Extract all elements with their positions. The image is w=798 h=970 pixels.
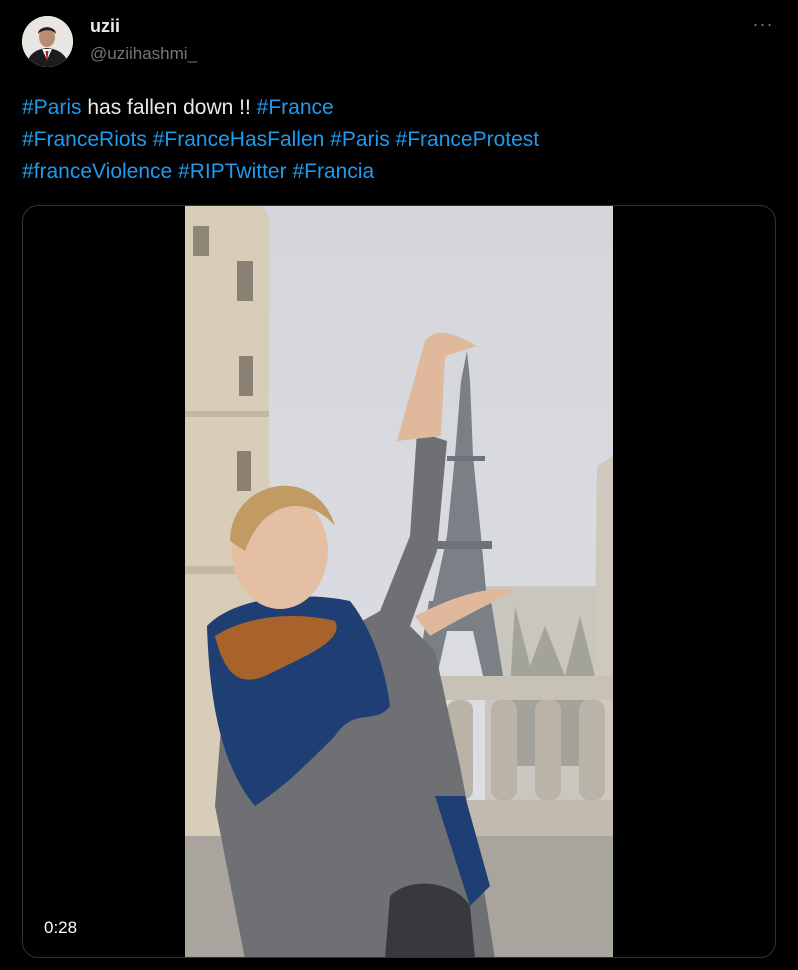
hashtag-link[interactable]: #Paris — [22, 96, 82, 119]
tweet-text: #Paris has fallen down !! #France #France… — [22, 92, 762, 188]
hashtag-link[interactable]: #FranceHasFallen — [153, 128, 325, 151]
hashtag-link[interactable]: #Paris — [330, 128, 390, 151]
avatar[interactable] — [22, 16, 73, 67]
video-duration: 0:28 — [36, 914, 88, 942]
tweet-text-line: #Paris has fallen down !! #France — [22, 92, 762, 124]
tweet-text-line: #franceViolence #RIPTwitter #Francia — [22, 156, 762, 188]
hashtag-link[interactable]: #Francia — [292, 160, 374, 183]
hashtag-link[interactable]: #RIPTwitter — [178, 160, 287, 183]
hashtag-link[interactable]: #FranceProtest — [396, 128, 540, 151]
tweet-text-line: #FranceRiots #FranceHasFallen #Paris #Fr… — [22, 124, 762, 156]
profile-photo — [22, 16, 73, 67]
video-thumbnail — [185, 206, 613, 957]
hashtag-link[interactable]: #FranceRiots — [22, 128, 147, 151]
tweet-text-segment: has fallen down !! — [81, 96, 257, 119]
video-player[interactable]: 0:28 — [22, 205, 776, 958]
hashtag-link[interactable]: #franceViolence — [22, 160, 172, 183]
author-handle[interactable]: @uziihashmi_ — [90, 44, 197, 64]
video-frame — [185, 206, 613, 957]
hashtag-link[interactable]: #France — [257, 96, 334, 119]
more-options-icon[interactable]: ··· — [748, 14, 778, 38]
author-display-name[interactable]: uzii — [90, 16, 120, 37]
